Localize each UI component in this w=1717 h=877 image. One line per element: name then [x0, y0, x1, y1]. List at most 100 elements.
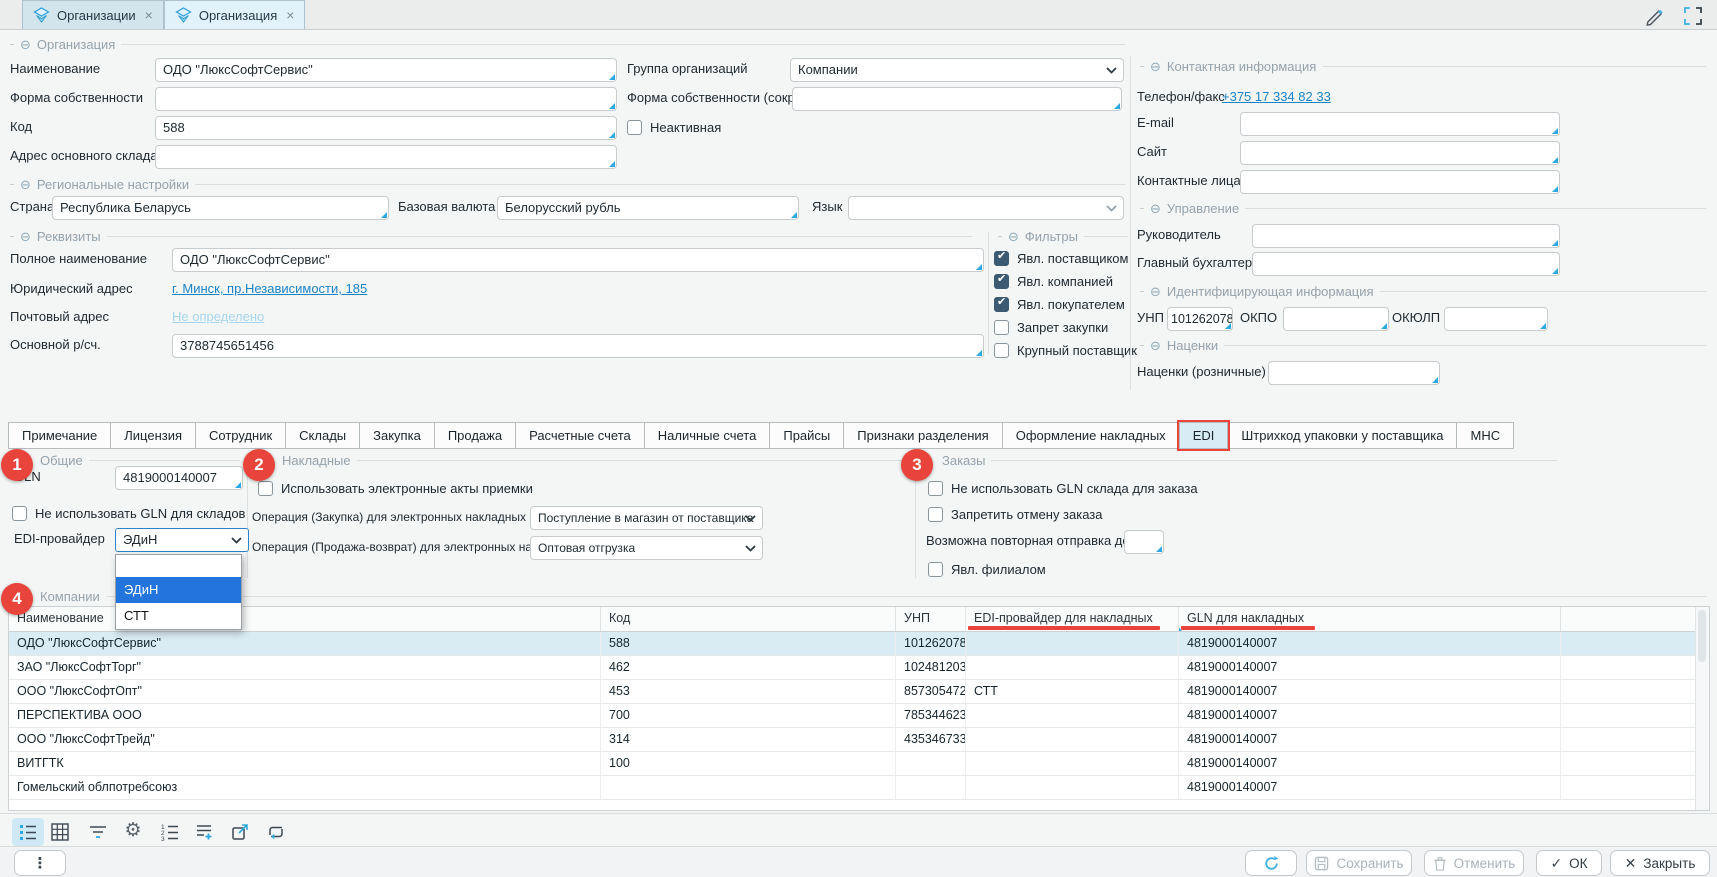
purchase-op-select[interactable]: Поступление в магазин от поставщика [530, 506, 763, 530]
inactive-checkbox[interactable] [627, 120, 642, 135]
fullscreen-icon[interactable] [1683, 6, 1703, 29]
save-button[interactable]: Сохранить [1306, 850, 1412, 876]
tab-settlement-accounts[interactable]: Расчетные счета [515, 422, 645, 449]
settings-gear-icon[interactable]: ⚙ [121, 818, 145, 842]
supplier-checkbox[interactable] [994, 251, 1009, 266]
collapse-icon[interactable]: ⊖ [20, 230, 31, 243]
accountant-field[interactable] [1252, 252, 1560, 276]
email-field[interactable] [1240, 112, 1560, 136]
filter-icon[interactable] [86, 820, 110, 844]
site-field[interactable] [1240, 141, 1560, 165]
edit-pencil-icon[interactable] [1644, 5, 1665, 29]
dropdown-option-empty[interactable] [116, 555, 241, 577]
code-field[interactable]: 588 [155, 116, 617, 140]
table-row[interactable]: ЗАО "ЛюксСофтТорг"462 102481203 48190001… [9, 656, 1709, 680]
more-actions-button[interactable]: ⋮ [14, 850, 66, 876]
tab-warehouses[interactable]: Склады [285, 422, 360, 449]
collapse-icon[interactable]: ⊖ [20, 38, 31, 51]
okpo-field[interactable] [1283, 307, 1389, 331]
close-button[interactable]: ✕ Закрыть [1610, 850, 1710, 876]
table-row[interactable]: ООО "ЛюксСофтОпт"453 857305472СТТ 481900… [9, 680, 1709, 704]
currency-field[interactable]: Белорусский рубль [497, 196, 799, 220]
collapse-icon[interactable]: ⊖ [1150, 285, 1161, 298]
phone-link[interactable]: +375 17 334 82 33 [1222, 86, 1331, 108]
refresh-cycle-icon[interactable] [264, 820, 288, 844]
tab-price-lists[interactable]: Прайсы [769, 422, 844, 449]
gln-field[interactable]: 4819000140007 [115, 466, 243, 490]
company-checkbox[interactable] [994, 274, 1009, 289]
tab-purchase[interactable]: Закупка [359, 422, 435, 449]
dropdown-option-ctt[interactable]: СТТ [116, 603, 241, 629]
postal-address-link[interactable]: Не определено [172, 306, 264, 328]
collapse-icon[interactable]: ⊖ [20, 178, 31, 191]
legal-address-link[interactable]: г. Минск, пр.Независимости, 185 [172, 278, 367, 300]
forbid-cancel-checkbox[interactable] [928, 507, 943, 522]
unp-field[interactable]: 101262078 [1167, 307, 1233, 331]
tab-employee[interactable]: Сотрудник [195, 422, 286, 449]
language-select[interactable] [848, 196, 1124, 220]
table-row[interactable]: Гомельский облпотребсоюз 4819000140007 [9, 776, 1709, 800]
window-tab-organization[interactable]: Организация × [164, 0, 306, 29]
tab-notes[interactable]: Примечание [8, 422, 111, 449]
table-row[interactable]: ПЕРСПЕКТИВА ООО700 785344623 48190001400… [9, 704, 1709, 728]
open-external-icon[interactable] [228, 820, 252, 844]
tab-license[interactable]: Лицензия [110, 422, 196, 449]
tab-separation-signs[interactable]: Признаки разделения [843, 422, 1002, 449]
sales-return-op-select[interactable]: Оптовая отгрузка [530, 536, 763, 560]
collapse-icon[interactable]: ⊖ [1150, 60, 1161, 73]
full-name-field[interactable]: ОДО "ЛюксСофтСервис" [172, 248, 984, 272]
column-header-gln[interactable]: GLN для накладных [1179, 607, 1561, 631]
numbered-list-icon[interactable]: 123 [158, 820, 182, 844]
collapse-icon[interactable]: ⊖ [1150, 202, 1161, 215]
add-row-icon[interactable] [192, 820, 216, 844]
tab-sales[interactable]: Продажа [434, 422, 516, 449]
account-field[interactable]: 3788745651456 [172, 334, 984, 358]
ownership-field[interactable] [155, 87, 617, 111]
collapse-icon[interactable]: ⊖ [1150, 339, 1161, 352]
table-scrollbar[interactable] [1695, 607, 1709, 810]
large-supplier-checkbox[interactable] [994, 343, 1009, 358]
head-field[interactable] [1252, 224, 1560, 248]
tab-edi[interactable]: EDI [1179, 422, 1229, 449]
country-field[interactable]: Республика Беларусь [52, 196, 389, 220]
branch-checkbox[interactable] [928, 562, 943, 577]
retail-markup-field[interactable] [1268, 361, 1440, 385]
annotation-underline [1181, 626, 1315, 630]
buyer-checkbox[interactable] [994, 297, 1009, 312]
refresh-button[interactable] [1245, 850, 1297, 876]
table-row[interactable]: ООО "ЛюксСофтТрейд"314 435346733 4819000… [9, 728, 1709, 752]
column-header-unp[interactable]: УНП [896, 607, 966, 631]
table-row[interactable]: ОДО "ЛюксСофтСервис"588 101262078 481900… [9, 632, 1709, 656]
group-select[interactable]: Компании [790, 58, 1124, 82]
contact-persons-field[interactable] [1240, 170, 1560, 194]
table-row[interactable]: ВИТГТК100 4819000140007 [9, 752, 1709, 776]
tab-cash-accounts[interactable]: Наличные счета [644, 422, 771, 449]
name-field[interactable]: ОДО "ЛюксСофтСервис" [155, 58, 617, 82]
column-header-name[interactable]: Наименование [9, 607, 601, 631]
column-header-edi-provider[interactable]: EDI-провайдер для накладных [966, 607, 1179, 631]
no-gln-order-checkbox[interactable] [928, 481, 943, 496]
resend-field[interactable] [1124, 530, 1164, 554]
grid-view-icon[interactable] [48, 820, 72, 844]
okyulp-field[interactable] [1444, 307, 1548, 331]
ok-button[interactable]: ✓ ОК [1536, 850, 1602, 876]
column-header-code[interactable]: Код [601, 607, 896, 631]
close-icon[interactable]: × [286, 7, 294, 23]
tab-invoice-layout[interactable]: Оформление накладных [1002, 422, 1180, 449]
gem-icon [33, 7, 50, 23]
tab-mns[interactable]: МНС [1456, 422, 1514, 449]
electronic-acts-checkbox[interactable] [258, 481, 273, 496]
warehouse-address-field[interactable] [155, 145, 617, 169]
close-icon[interactable]: × [145, 7, 153, 23]
ownership-short-field[interactable] [792, 87, 1122, 111]
window-tab-organizations[interactable]: Организации × [22, 0, 164, 29]
purchase-ban-checkbox[interactable] [994, 320, 1009, 335]
no-gln-warehouse-checkbox[interactable] [12, 506, 27, 521]
cancel-button[interactable]: Отменить [1424, 850, 1524, 876]
dropdown-option-edin[interactable]: ЭДиН [116, 577, 241, 603]
list-view-icon[interactable] [12, 818, 44, 846]
collapse-icon[interactable]: ⊖ [1008, 230, 1019, 243]
tab-supplier-package-barcode[interactable]: Штрихкод упаковки у поставщика [1227, 422, 1457, 449]
edi-provider-select[interactable]: ЭДиН [115, 528, 249, 552]
warehouse-address-label: Адрес основного склада [10, 145, 158, 167]
